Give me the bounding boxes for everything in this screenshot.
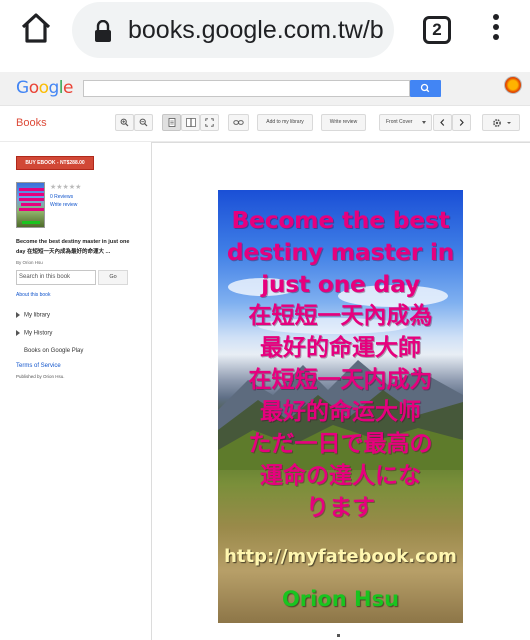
reviews-link[interactable]: 0 Reviews bbox=[50, 194, 73, 200]
rating-stars: ★★★★★ bbox=[50, 184, 82, 191]
cover-title-line: destiny master in bbox=[226, 238, 455, 266]
buy-ebook-button[interactable]: BUY EBOOK - NT$288.00 bbox=[16, 156, 94, 170]
two-page-icon[interactable] bbox=[181, 114, 200, 131]
cover-title-line: 最好的命運大師 bbox=[260, 335, 421, 361]
book-thumbnail[interactable] bbox=[16, 182, 45, 228]
chevron-left-icon bbox=[440, 119, 445, 126]
settings-button[interactable] bbox=[482, 114, 520, 131]
about-this-book-link[interactable]: About this book bbox=[16, 292, 50, 298]
cover-url: http://myfatebook.com bbox=[224, 546, 457, 567]
publisher-note: Published by Orion Hsu. bbox=[16, 374, 65, 379]
url-text: books.google.com.tw/b bbox=[128, 16, 384, 44]
book-author[interactable]: By Orion Hsu bbox=[16, 260, 43, 265]
go-button[interactable]: Go bbox=[98, 270, 128, 285]
write-review-button[interactable]: Write review bbox=[321, 114, 366, 131]
book-cover-page: Become the best destiny master in just o… bbox=[218, 190, 463, 623]
book-sidebar: BUY EBOOK - NT$288.00 ★★★★★ 0 Reviews Wr… bbox=[0, 142, 150, 640]
zoom-out-icon[interactable] bbox=[134, 114, 153, 131]
link-icon[interactable] bbox=[228, 114, 249, 131]
sidebar-item-label: My History bbox=[24, 330, 53, 337]
page-select-label: Front Cover bbox=[386, 119, 413, 125]
triangle-right-icon bbox=[16, 330, 20, 336]
chevron-down-icon bbox=[422, 121, 426, 124]
triangle-right-icon bbox=[16, 312, 20, 318]
books-title[interactable]: Books bbox=[16, 117, 47, 129]
cover-title-line: 最好的命运大师 bbox=[260, 399, 421, 425]
search-input[interactable] bbox=[83, 80, 410, 97]
terms-of-service-link[interactable]: Terms of Service bbox=[16, 363, 61, 369]
more-vert-icon[interactable] bbox=[491, 14, 501, 44]
cover-title-line: 在短短一天内成为 bbox=[248, 367, 433, 393]
write-review-link[interactable]: Write review bbox=[50, 202, 77, 208]
avatar[interactable] bbox=[504, 76, 522, 94]
browser-chrome: books.google.com.tw/b 2 bbox=[0, 0, 530, 72]
cover-title-line: Become the best bbox=[231, 206, 450, 234]
book-title: Become the best destiny master in just o… bbox=[16, 239, 130, 255]
address-bar[interactable]: books.google.com.tw/b bbox=[72, 2, 394, 58]
search-in-book-input[interactable]: Search in this book bbox=[16, 270, 96, 285]
previous-page-button[interactable] bbox=[433, 114, 452, 131]
sidebar-item-my-library[interactable]: My library bbox=[16, 312, 50, 319]
cover-title-line: just one day bbox=[261, 270, 420, 298]
fullscreen-icon[interactable] bbox=[200, 114, 219, 131]
page-indicator bbox=[337, 634, 340, 637]
sidebar-item-label: My library bbox=[24, 312, 51, 319]
cover-title-line: ります bbox=[306, 495, 375, 521]
search-icon bbox=[420, 83, 430, 93]
google-logo[interactable]: Google bbox=[16, 78, 73, 98]
gear-icon bbox=[493, 119, 511, 127]
cover-title-line: 運命の達人にな bbox=[260, 463, 421, 489]
cover-author: Orion Hsu bbox=[281, 587, 400, 611]
books-on-google-play-link[interactable]: Books on Google Play bbox=[24, 348, 83, 354]
search-button[interactable] bbox=[410, 80, 441, 97]
single-page-icon[interactable] bbox=[162, 114, 181, 131]
chevron-right-icon bbox=[459, 119, 464, 126]
next-page-button[interactable] bbox=[452, 114, 471, 131]
cover-title: Become the best destiny master in just o… bbox=[218, 204, 463, 524]
lock-icon bbox=[94, 19, 112, 42]
sidebar-item-my-history[interactable]: My History bbox=[16, 330, 52, 337]
google-bar: Google bbox=[0, 72, 530, 106]
page-select-dropdown[interactable]: Front Cover bbox=[379, 114, 432, 131]
tab-switcher-button[interactable]: 2 bbox=[423, 16, 451, 44]
add-to-library-button[interactable]: Add to my library bbox=[257, 114, 313, 131]
books-toolbar: Books Add to my library Write review Fro… bbox=[0, 106, 530, 142]
cover-title-line: 在短短一天內成為 bbox=[248, 303, 433, 329]
cover-title-line: ただ一日で最高の bbox=[248, 431, 433, 457]
home-icon[interactable] bbox=[18, 10, 54, 46]
zoom-in-icon[interactable] bbox=[115, 114, 134, 131]
